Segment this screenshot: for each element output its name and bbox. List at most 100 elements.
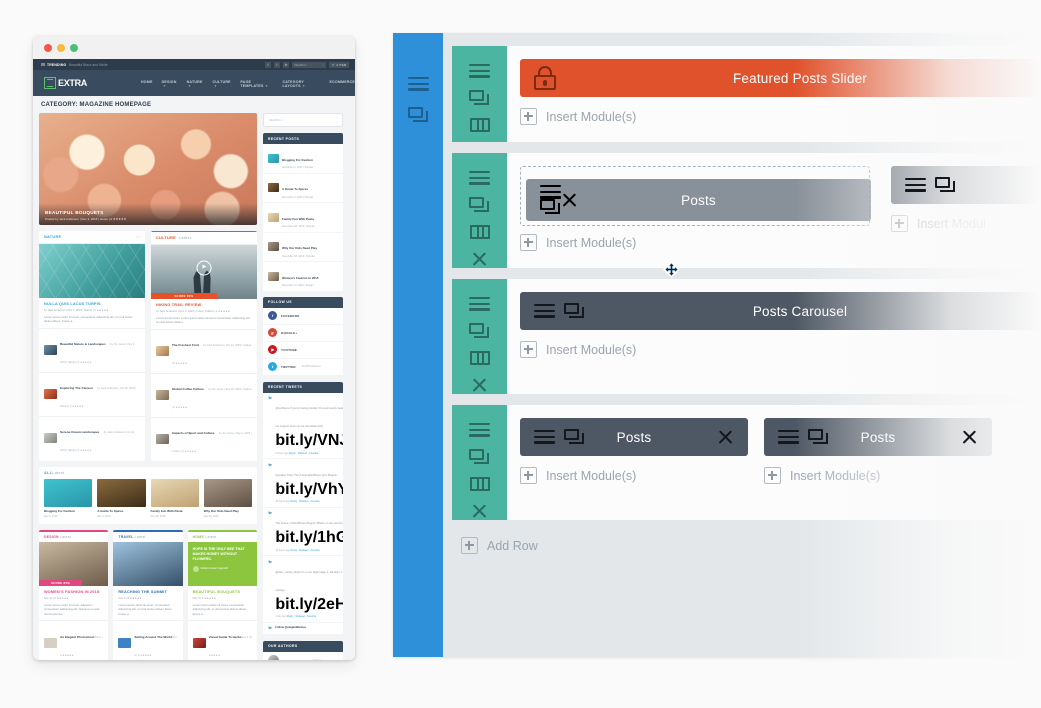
close-icon[interactable] — [471, 251, 488, 268]
columns-icon[interactable] — [469, 225, 490, 239]
burger-icon[interactable] — [469, 171, 490, 185]
tweet-item[interactable]: 🐦 @stan_t.ehley y3q13 it's a row. Right a… — [263, 556, 343, 623]
burger-icon[interactable] — [534, 304, 555, 318]
close-icon[interactable] — [471, 377, 488, 394]
close-icon[interactable] — [717, 429, 734, 446]
site-logo[interactable]: EXTRA — [44, 77, 87, 89]
site-search-box[interactable]: SEARCH ⌕ — [292, 62, 326, 68]
nature-post-title[interactable]: NULLA QUIS LACUS TURPIS — [44, 302, 140, 306]
module-posts-right[interactable]: Posts — [764, 418, 992, 456]
burger-icon[interactable] — [407, 77, 429, 91]
nav-item-design[interactable]: DESIGN▾ — [162, 80, 178, 88]
insert-modules-button[interactable]: Insert Module(s) — [764, 467, 992, 484]
add-row-button[interactable]: Add Row — [452, 531, 1041, 568]
layers-icon[interactable] — [469, 323, 490, 339]
hero-featured-post[interactable]: BEAUTIFUL BOUQUETS Posted by Jack Anders… — [39, 113, 257, 225]
columns-icon[interactable] — [469, 351, 490, 365]
culture-post-title[interactable]: HIKING TRAIL REVIEW — [156, 303, 252, 307]
linkedin-icon[interactable]: in — [283, 62, 289, 68]
insert-modules-button[interactable]: Insert Module(s) — [520, 341, 1041, 358]
play-icon[interactable] — [196, 260, 212, 276]
module-posts-carousel[interactable]: Posts Carousel — [520, 292, 1041, 330]
sidebar-search-input[interactable]: SEARCH ... — [263, 113, 343, 127]
layers-icon[interactable] — [407, 107, 429, 123]
list-item-title: Blogging For Fashion — [282, 157, 313, 162]
culture-thumbnail[interactable]: SCORE 80% — [151, 245, 257, 299]
list-item[interactable]: The Freshest Fruit by Jack Anderson | Oc… — [151, 328, 257, 373]
nature-thumbnail[interactable] — [39, 244, 145, 298]
insert-modules-button[interactable]: Insert Module(s) — [520, 234, 875, 251]
tweet-item[interactable]: 🐦 The Future of WordPress Plugins: What's… — [263, 508, 343, 556]
home-post-title[interactable]: BEAUTIFUL BOUQUETS — [193, 590, 252, 594]
twitter-icon[interactable]: t — [274, 62, 280, 68]
list-item[interactable]: Family Fun With Pasta Nov 28, 2015 — [150, 478, 199, 518]
nav-item-home[interactable]: HOME — [141, 80, 153, 88]
social-row-youtube[interactable]: ▶ YOUTUBE — [263, 342, 343, 359]
cart-box[interactable]: 🛒 0 ITEM — [329, 62, 349, 68]
thumbnail[interactable]: SCORE 85% — [39, 542, 109, 587]
columns-icon[interactable] — [469, 118, 490, 132]
close-icon[interactable] — [471, 503, 488, 520]
module-posts-partial[interactable] — [891, 166, 1041, 204]
tweet-item[interactable]: 🐦 @ourtheme If you're having trouble I'd … — [263, 393, 343, 459]
layers-icon[interactable] — [564, 303, 585, 319]
author-row[interactable]: GARY WRIGHT 3 Posts — [263, 652, 343, 660]
burger-icon[interactable] — [905, 178, 926, 192]
insert-modules-button[interactable]: Insert Module(s) — [520, 108, 1041, 125]
nav-item-culture[interactable]: CULTURE▾ — [212, 80, 231, 88]
list-item[interactable]: A Guide To Spices December 2, 2015 | Popu… — [263, 174, 343, 203]
window-maximize-dot[interactable] — [70, 44, 78, 52]
list-item[interactable]: Visual Guide To HerbsNov 3 | 0 ★★★★★ — [187, 620, 257, 660]
window-minimize-dot[interactable] — [57, 44, 65, 52]
list-item[interactable]: Blogging For Fashion Dec 2, 2015 — [44, 478, 93, 518]
nav-item-ecommerce[interactable]: ECOMMERCE — [329, 80, 355, 88]
insert-modules-button[interactable]: Insert Module(s) — [520, 467, 748, 484]
list-item[interactable]: Blogging For Fashion December 2, 2015 | P… — [263, 144, 343, 174]
columns-icon[interactable] — [469, 477, 490, 491]
module-featured-posts-slider[interactable]: Featured Posts Slider — [520, 59, 1041, 97]
layers-icon[interactable] — [469, 449, 490, 465]
nav-item-page-templates[interactable]: PAGE TEMPLATES ▾ — [240, 80, 273, 88]
list-item[interactable]: Impacts of Sport and Culture by Jim Jone… — [151, 416, 257, 461]
burger-icon[interactable] — [534, 430, 555, 444]
nav-item-nature[interactable]: NATURE▾ — [187, 80, 204, 88]
social-row-facebook[interactable]: f FACEBOOK — [263, 308, 343, 325]
nav-item-category-layouts[interactable]: CATEGORY LAYOUTS ▾ — [282, 80, 320, 88]
list-item[interactable]: An Elegant PhotoshootNov 2 | 0 ★★★★★ — [39, 620, 109, 660]
nature-card-nav[interactable]: ‹ › — [136, 235, 140, 239]
twitter-follow-link[interactable]: 🐦 Follow @elegantthemes — [263, 623, 343, 635]
close-icon[interactable] — [561, 192, 578, 209]
list-item[interactable]: Women's Fashion in 2015 November 11, 2015… — [263, 262, 343, 291]
module-posts-left[interactable]: Posts — [520, 418, 748, 456]
layers-icon[interactable] — [808, 429, 829, 445]
burger-icon[interactable] — [469, 297, 490, 311]
close-icon[interactable] — [961, 429, 978, 446]
list-item[interactable]: Global Coffee Culture by Jim Jones | Sep… — [151, 372, 257, 417]
thumbnail[interactable] — [113, 542, 183, 587]
list-item[interactable]: Beautiful Nature & Landscapes by Jim Jon… — [39, 327, 145, 372]
social-row-twitter[interactable]: t TWITTER 24,438 Followers — [263, 359, 343, 376]
burger-icon[interactable] — [778, 430, 799, 444]
layers-icon[interactable] — [469, 90, 490, 106]
burger-icon[interactable] — [469, 423, 490, 437]
design-post-title[interactable]: WOMEN'S FASHION IN 2015 — [44, 590, 103, 594]
insert-modules-button[interactable]: Insert Modul — [891, 215, 1041, 232]
list-item[interactable]: Sailing Around The WorldNov 3 | 0 ★★★★★ — [113, 620, 183, 660]
list-item[interactable]: Exploring The Canyon by Jack Anderson | … — [39, 371, 145, 416]
travel-post-title[interactable]: REACHING THE SUMMIT — [118, 590, 177, 594]
tweet-item[interactable]: 🐦 Question Time: The 5 best WordPress Qui… — [263, 459, 343, 508]
list-item[interactable]: Family Fun With Pasta November 28, 2015 |… — [263, 203, 343, 233]
social-row-googleplus[interactable]: g GOOGLE+ — [263, 325, 343, 342]
layers-icon[interactable] — [469, 197, 490, 213]
dragging-module-posts[interactable]: Posts — [526, 179, 871, 221]
list-item[interactable]: Why Our Kids Need Play Nov 18, 2015 — [203, 478, 252, 518]
window-close-dot[interactable] — [44, 44, 52, 52]
burger-icon[interactable] — [469, 64, 490, 78]
list-item[interactable]: A Guide To Spices Dec 2, 2015 — [97, 478, 146, 518]
layers-icon[interactable] — [935, 177, 956, 193]
layers-icon[interactable] — [564, 429, 585, 445]
facebook-icon[interactable]: f — [265, 62, 271, 68]
list-item[interactable]: Serene Ocean Landscapes by Jack Anderson… — [39, 415, 145, 460]
score-badge: SCORE 85% — [39, 580, 82, 587]
list-item[interactable]: Why Our Kids Need Play November 18, 2015 … — [263, 233, 343, 262]
